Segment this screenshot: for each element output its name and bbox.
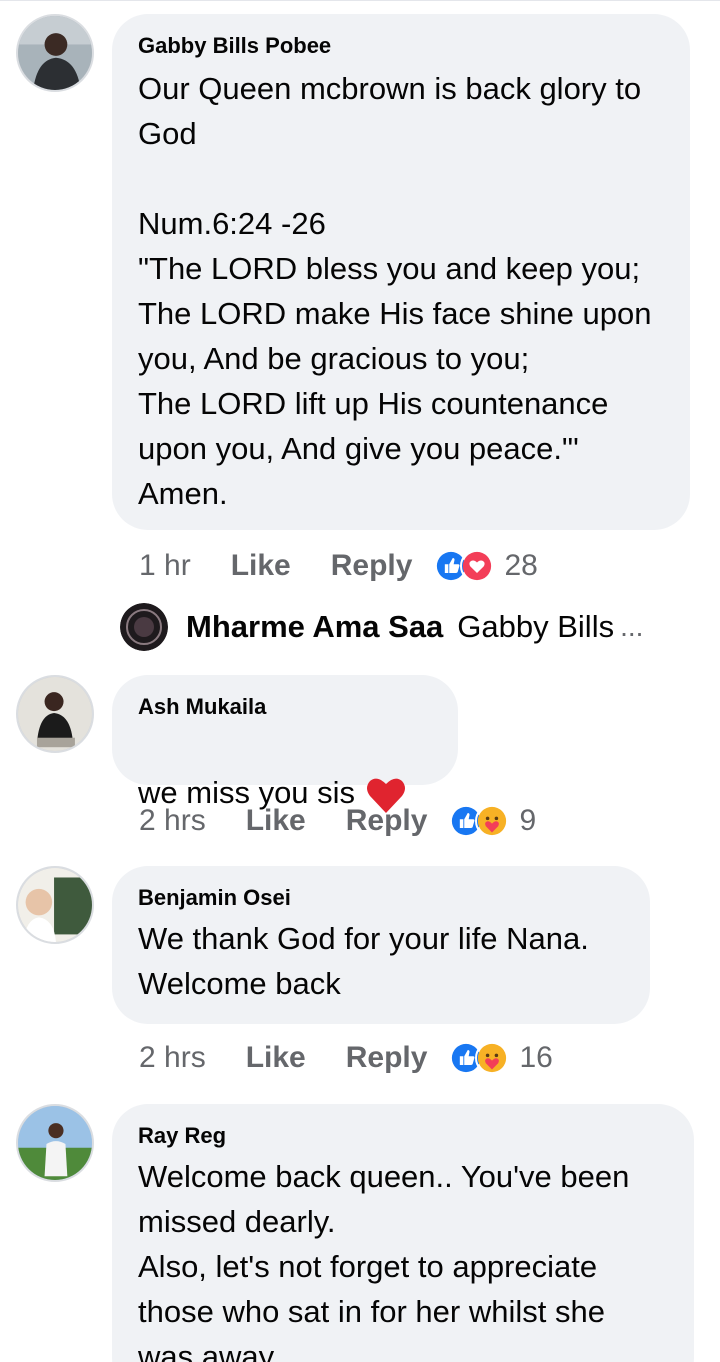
like-button[interactable]: Like — [246, 1041, 306, 1075]
reply-button[interactable]: Reply — [346, 1041, 428, 1075]
comment-author[interactable]: Benjamin Osei — [138, 884, 624, 912]
reply-author[interactable]: Mharme Ama Saa — [186, 609, 443, 645]
comment-author[interactable]: Ash Mukaila — [138, 693, 432, 721]
avatar-photo — [18, 16, 92, 90]
reaction-summary[interactable] — [449, 804, 510, 838]
like-button[interactable]: Like — [246, 804, 306, 838]
avatar-photo — [120, 603, 168, 651]
care-icon — [475, 1041, 510, 1075]
love-icon — [460, 549, 495, 583]
avatar[interactable] — [120, 603, 168, 651]
care-icon — [475, 804, 510, 838]
comment-bubble: Ray Reg Welcome back queen.. You've been… — [112, 1104, 694, 1362]
reaction-count[interactable]: 16 — [519, 1041, 552, 1075]
avatar-photo — [18, 677, 92, 751]
comment-author[interactable]: Ray Reg — [138, 1122, 668, 1150]
reaction-count[interactable]: 9 — [519, 804, 536, 838]
comment-author[interactable]: Gabby Bills Pobee — [138, 32, 664, 60]
comment-text: We thank God for your life Nana. Welcome… — [138, 921, 589, 1001]
avatar-photo — [18, 1106, 92, 1180]
reply-preview-ellipsis: ... — [620, 611, 644, 642]
reaction-summary[interactable] — [434, 549, 495, 583]
comment-timestamp[interactable]: 2 hrs — [139, 1041, 206, 1075]
avatar[interactable] — [16, 1104, 94, 1182]
avatar[interactable] — [16, 675, 94, 753]
comment-bubble: Benjamin Osei We thank God for your life… — [112, 866, 650, 1024]
comment-bubble: Ash Mukaila we miss you sis — [112, 675, 458, 813]
comment-bubble: Gabby Bills Pobee Our Queen mcbrown is b… — [112, 14, 690, 530]
reply-thread-preview[interactable]: Mharme Ama Saa Gabby Bills ... — [120, 601, 643, 653]
top-divider — [0, 0, 720, 5]
like-button[interactable]: Like — [231, 549, 291, 583]
reply-button[interactable]: Reply — [331, 549, 413, 583]
avatar-photo — [18, 868, 92, 942]
comment-text: Our Queen mcbrown is back glory to God N… — [138, 71, 652, 511]
avatar[interactable] — [16, 866, 94, 944]
comment-actions: 2 hrs Like Reply 16 — [139, 1038, 553, 1078]
reply-button[interactable]: Reply — [346, 804, 428, 838]
comment-actions: 1 hr Like Reply 28 — [139, 546, 538, 586]
reaction-summary[interactable] — [449, 1041, 510, 1075]
comment-timestamp[interactable]: 2 hrs — [139, 804, 206, 838]
reply-preview-text: Gabby Bills — [457, 609, 615, 644]
reaction-count[interactable]: 28 — [504, 549, 537, 583]
comment-actions: 2 hrs Like Reply 9 — [139, 801, 536, 841]
comment-timestamp[interactable]: 1 hr — [139, 549, 191, 583]
avatar[interactable] — [16, 14, 94, 92]
comment-text: Welcome back queen.. You've been missed … — [138, 1159, 630, 1362]
